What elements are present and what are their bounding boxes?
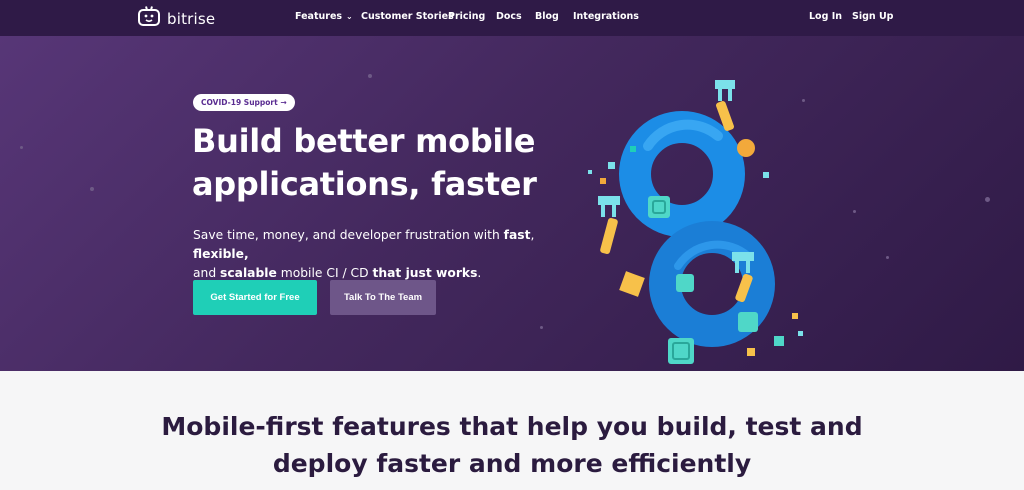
subtext-part: mobile CI / CD	[276, 266, 373, 280]
infinity-eight-illustration-icon	[578, 76, 818, 371]
background-dot	[985, 197, 990, 202]
nav-customer-stories[interactable]: Customer Stories	[361, 11, 454, 22]
top-navbar: bitrise Features ⌄ Customer Stories Prici…	[0, 0, 1024, 36]
subtext-fast: fast	[503, 228, 531, 242]
subtext-part: and	[193, 266, 221, 280]
hero-section: COVID-19 Support → Build better mobile a…	[0, 36, 1024, 371]
features-heading-line2: deploy faster and more efficiently	[272, 449, 752, 478]
nav-docs[interactable]: Docs	[496, 11, 522, 22]
nav-integrations[interactable]: Integrations	[573, 11, 639, 22]
logo-text: bitrise	[167, 10, 216, 28]
get-started-button[interactable]: Get Started for Free	[193, 280, 317, 315]
talk-to-team-button[interactable]: Talk To The Team	[330, 280, 436, 315]
covid-support-pill[interactable]: COVID-19 Support →	[193, 94, 295, 111]
background-dot	[20, 146, 23, 149]
background-dot	[368, 74, 372, 78]
bitrise-logo[interactable]: bitrise	[137, 6, 215, 32]
nav-features-label: Features	[295, 11, 343, 22]
bitrise-robot-logo-icon	[137, 6, 161, 32]
hero-headline: Build better mobile applications, faster	[192, 122, 537, 203]
features-heading-line1: Mobile-first features that help you buil…	[161, 412, 863, 441]
nav-pricing[interactable]: Pricing	[448, 11, 485, 22]
background-dot	[853, 210, 856, 213]
hero-subtext: Save time, money, and developer frustrat…	[193, 226, 573, 283]
nav-features[interactable]: Features ⌄	[295, 11, 353, 22]
subtext-flexible: flexible,	[193, 247, 249, 261]
subtext-part: Save time, money, and developer frustrat…	[193, 228, 504, 242]
subtext-part: ,	[530, 228, 535, 242]
nav-blog[interactable]: Blog	[535, 11, 559, 22]
login-link[interactable]: Log In	[809, 11, 842, 22]
chevron-down-icon: ⌄	[346, 12, 353, 21]
features-heading: Mobile-first features that help you buil…	[0, 408, 1024, 482]
background-dot	[540, 326, 543, 329]
subtext-part: .	[477, 266, 482, 280]
background-dot	[886, 256, 889, 259]
signup-link[interactable]: Sign Up	[852, 11, 893, 22]
subtext-works: that just works	[372, 266, 478, 280]
background-dot	[90, 187, 94, 191]
subtext-scalable: scalable	[220, 266, 277, 280]
